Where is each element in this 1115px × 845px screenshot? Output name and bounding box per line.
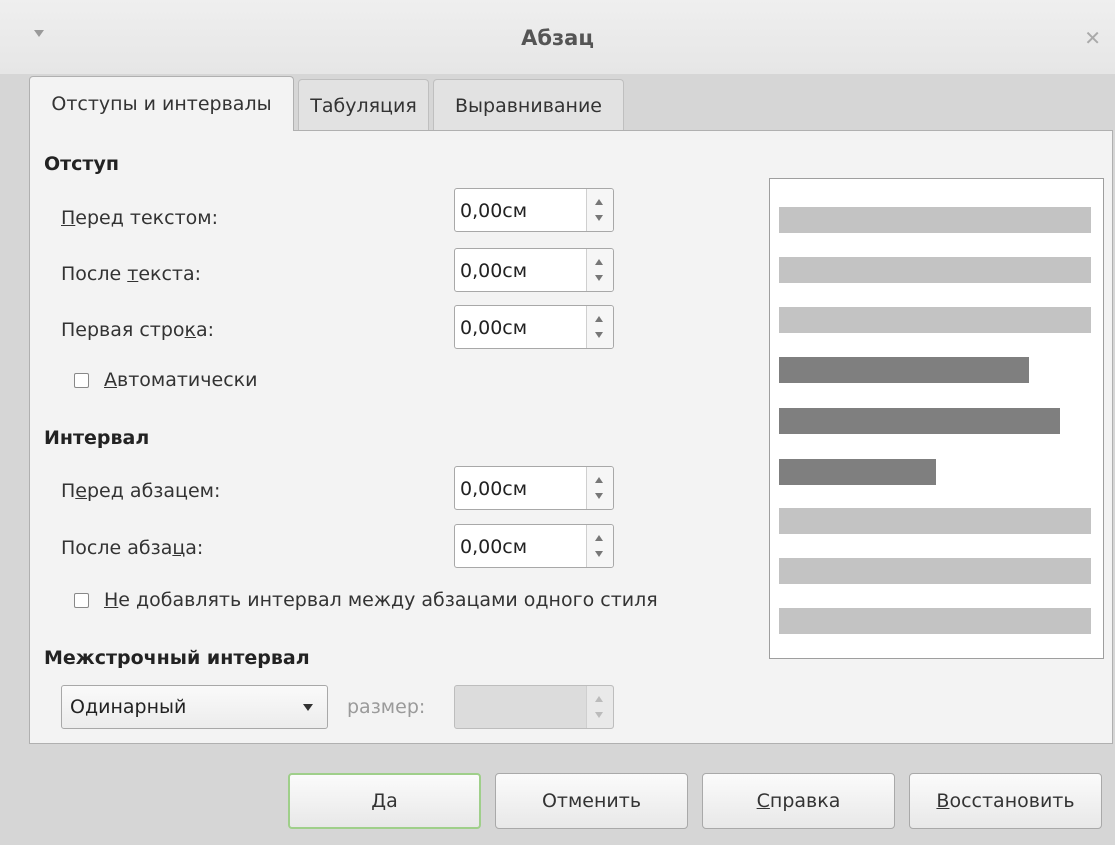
preview-line-next — [779, 508, 1091, 534]
preview-line-current — [779, 459, 936, 485]
arrow-up-icon[interactable] — [595, 316, 603, 322]
no-space-same-style-label[interactable]: Не добавлять интервал между абзацами одн… — [104, 589, 658, 611]
spin-buttons — [586, 306, 613, 348]
preview-line-previous — [779, 257, 1091, 283]
automatic-label[interactable]: Автоматически — [104, 369, 257, 391]
before-text-label: Перед текстом: — [61, 207, 219, 229]
size-label: размер: — [347, 696, 426, 718]
after-text-label: После текста: — [61, 263, 202, 285]
after-paragraph-value[interactable]: 0,00см — [460, 536, 527, 558]
preview-line-next — [779, 608, 1091, 634]
indent-section-title: Отступ — [44, 153, 119, 175]
arrow-up-icon[interactable] — [595, 477, 603, 483]
before-text-value[interactable]: 0,00см — [460, 200, 527, 222]
arrow-down-icon — [595, 712, 603, 718]
spin-buttons — [586, 249, 613, 291]
line-spacing-section-title: Межстрочный интервал — [44, 647, 310, 669]
before-paragraph-label: Перед абзацем: — [61, 480, 221, 502]
preview-line-previous — [779, 307, 1091, 333]
ok-button[interactable]: Да — [288, 773, 481, 829]
arrow-down-icon[interactable] — [595, 275, 603, 281]
before-paragraph-value[interactable]: 0,00см — [460, 478, 527, 500]
cancel-button[interactable]: Отменить — [495, 773, 688, 829]
line-spacing-selected: Одинарный — [70, 696, 187, 718]
first-line-spinbox[interactable]: 0,00см — [454, 305, 614, 349]
preview-line-current — [779, 357, 1029, 383]
automatic-checkbox[interactable] — [74, 373, 89, 388]
before-text-spinbox[interactable]: 0,00см — [454, 188, 614, 232]
preview-line-current — [779, 408, 1060, 434]
first-line-label: Первая строка: — [61, 319, 215, 341]
arrow-down-icon[interactable] — [595, 215, 603, 221]
arrow-up-icon[interactable] — [595, 259, 603, 265]
arrow-down-icon[interactable] — [595, 493, 603, 499]
help-button[interactable]: Справка — [702, 773, 895, 829]
before-paragraph-spinbox[interactable]: 0,00см — [454, 466, 614, 510]
preview-line-next — [779, 558, 1091, 584]
reset-button[interactable]: Восстановить — [909, 773, 1102, 829]
arrow-up-icon[interactable] — [595, 535, 603, 541]
after-paragraph-spinbox[interactable]: 0,00см — [454, 524, 614, 568]
arrow-up-icon[interactable] — [595, 199, 603, 205]
arrow-down-icon[interactable] — [595, 332, 603, 338]
spin-buttons — [586, 189, 613, 231]
line-spacing-select[interactable]: Одинарный — [61, 685, 328, 729]
spin-buttons — [586, 525, 613, 567]
no-space-same-style-checkbox[interactable] — [74, 593, 89, 608]
after-text-spinbox[interactable]: 0,00см — [454, 248, 614, 292]
arrow-down-icon[interactable] — [595, 551, 603, 557]
caret-down-icon — [303, 704, 313, 711]
spin-buttons — [586, 467, 613, 509]
spacing-section-title: Интервал — [44, 427, 150, 449]
spin-buttons — [586, 686, 613, 728]
after-paragraph-label: После абзаца: — [61, 537, 204, 559]
first-line-value[interactable]: 0,00см — [460, 317, 527, 339]
arrow-up-icon — [595, 696, 603, 702]
paragraph-preview — [769, 178, 1104, 659]
size-spinbox — [454, 685, 614, 729]
after-text-value[interactable]: 0,00см — [460, 260, 527, 282]
preview-line-previous — [779, 207, 1091, 233]
